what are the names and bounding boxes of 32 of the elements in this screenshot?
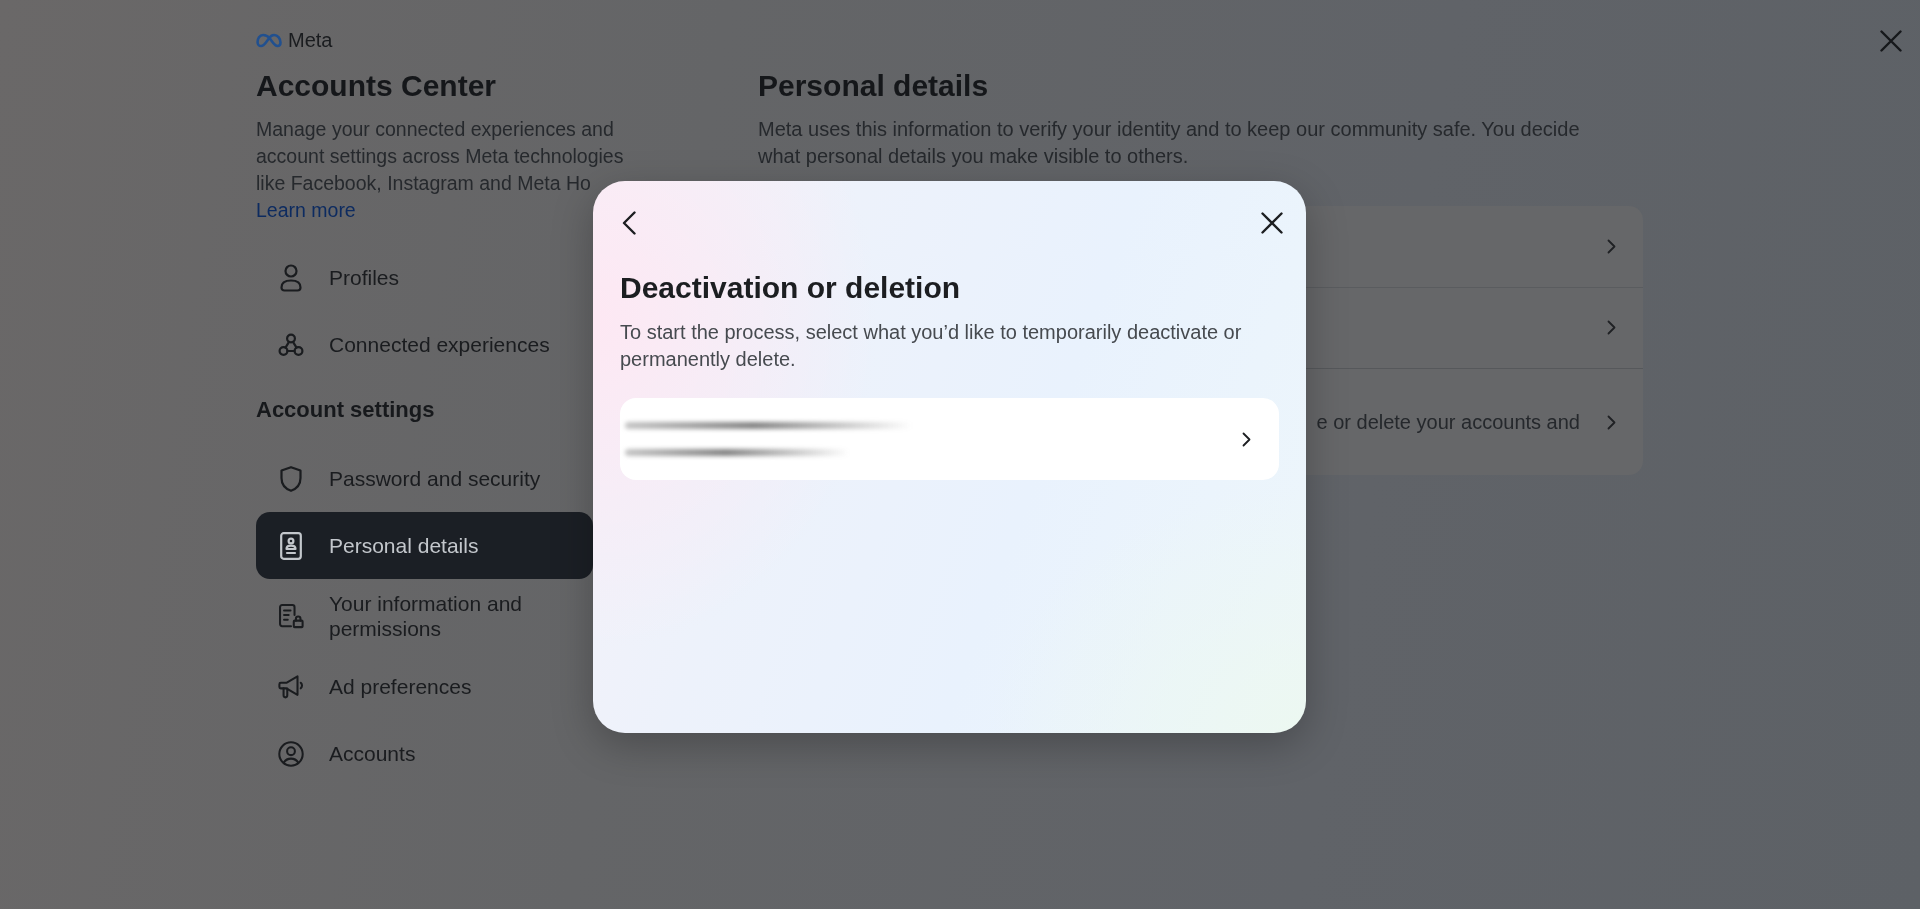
nav-item[interactable]: Profiles [256, 244, 593, 311]
shield-icon [279, 464, 303, 493]
dialog-title: Deactivation or deletion [620, 270, 962, 306]
chevron-right-icon [1607, 239, 1616, 254]
nav-item[interactable]: Connected experiences [256, 311, 593, 378]
chevron-left-icon [622, 211, 636, 235]
close-icon [1880, 30, 1902, 52]
page-title: Accounts Center [256, 68, 498, 104]
user-circle-icon [278, 739, 304, 768]
infinity-logo-icon [256, 32, 284, 48]
section-heading: Account settings [256, 396, 436, 424]
settings-row[interactable]: e or delete your accounts and [758, 369, 1643, 475]
brand-name: Meta [288, 28, 333, 52]
section-title: Personal details [758, 68, 990, 104]
megaphone-icon [278, 673, 304, 700]
person-icon [279, 263, 303, 292]
nav-item[interactable]: Accounts [256, 720, 593, 787]
connected-circles-icon [278, 332, 304, 357]
chevron-right-icon [1607, 320, 1616, 335]
chevron-right-icon [1607, 414, 1616, 430]
chevron-right-icon [1242, 431, 1251, 447]
description-text: Meta uses this information to verify your identity and to keep our community safe. You decide what personal details you make visible to others. [758, 117, 1581, 169]
nav-item[interactable]: Password and security [256, 445, 593, 512]
document-lock-icon [278, 602, 304, 630]
nav-item[interactable]: Ad preferences [256, 653, 593, 720]
nav-item[interactable]: Personal details [256, 512, 593, 579]
close-icon [1261, 212, 1283, 234]
id-card-icon [280, 531, 302, 560]
dialog-description: To start the process, select what you’d like to temporarily deactivate or permanently delete. [620, 320, 1243, 372]
learn-more-link[interactable]: Learn more [256, 197, 356, 224]
description-text: Manage your connected experiences and account settings across Meta technologies like Facebook, Instagram and Meta Ho [256, 117, 625, 196]
nav-item[interactable]: Your information and permissions [256, 579, 593, 653]
